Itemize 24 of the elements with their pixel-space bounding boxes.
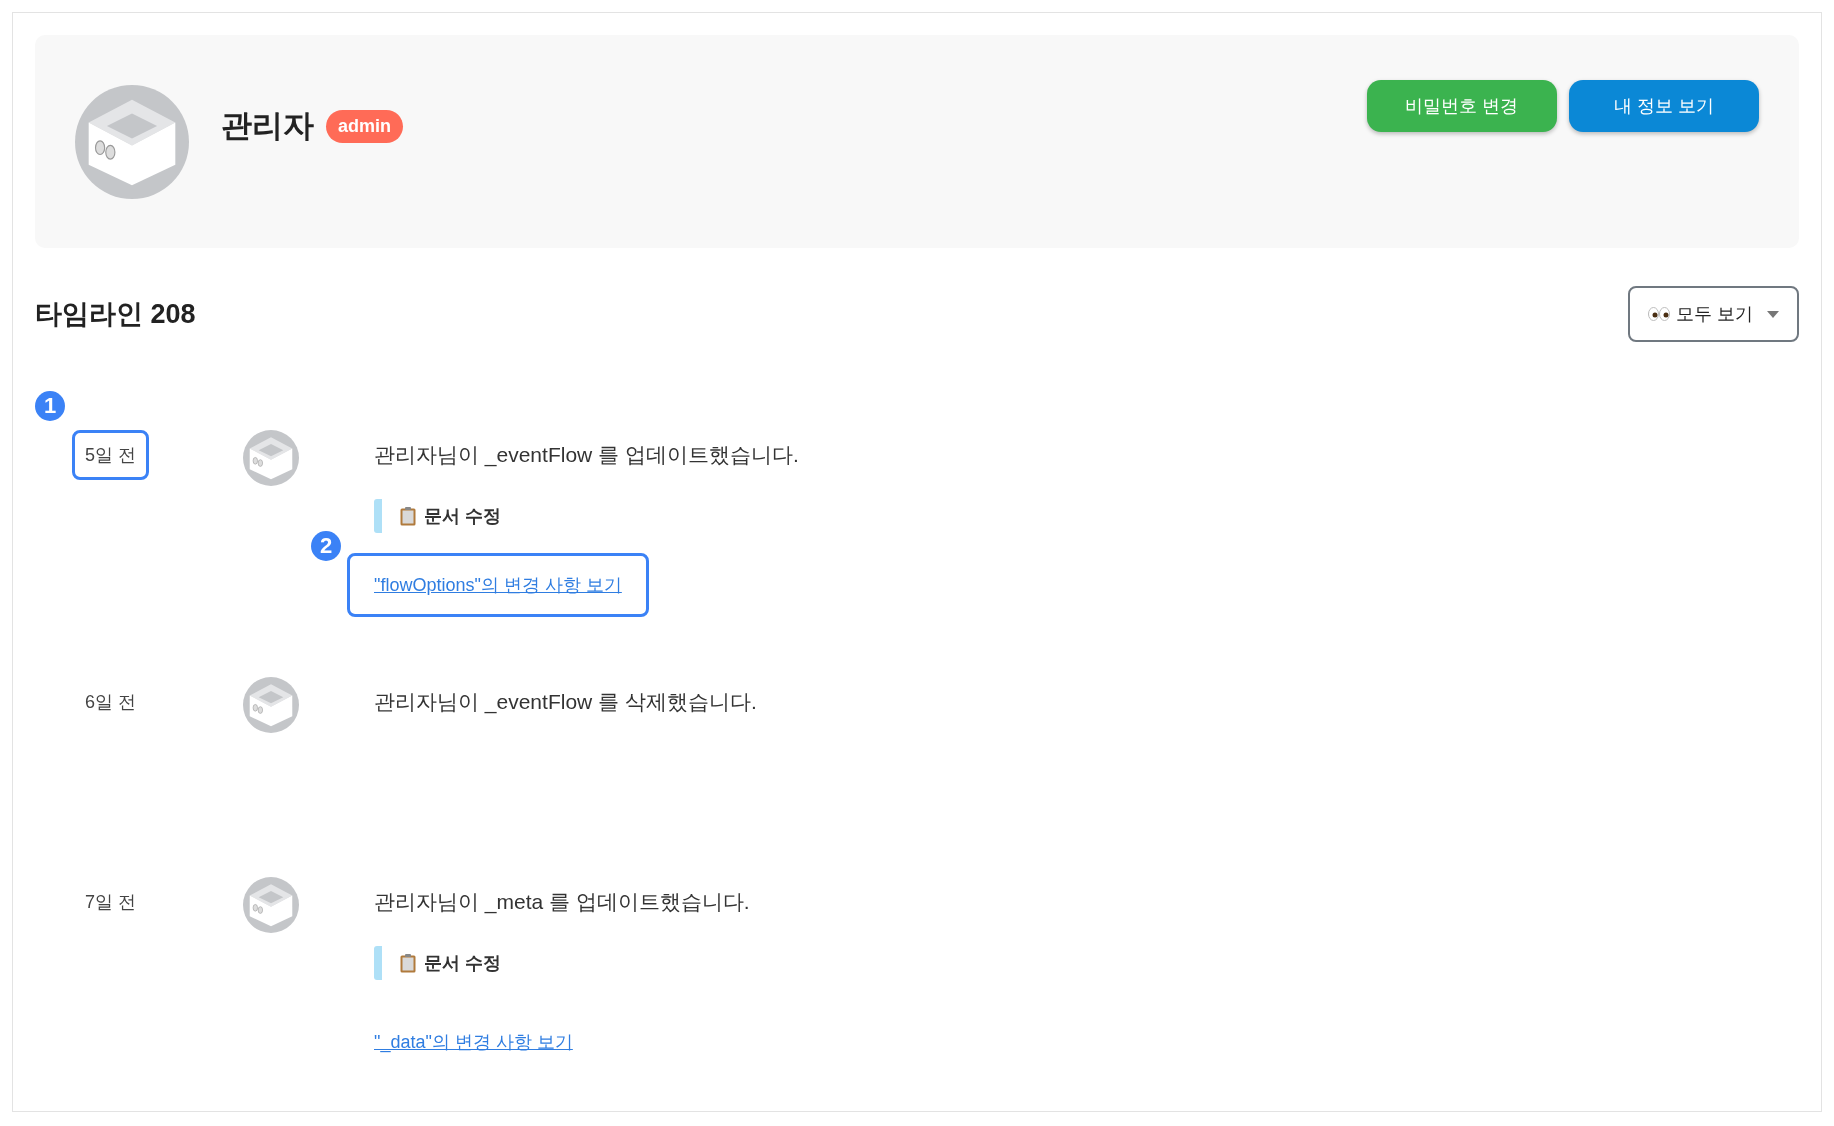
- view-changes-link[interactable]: "_data"의 변경 사항 보기: [374, 1030, 573, 1054]
- timeline-date: 7일 전: [85, 891, 136, 914]
- timeline-message: 관리자님이 _eventFlow 를 업데이트했습니다.: [374, 442, 799, 469]
- callout-marker: 2: [311, 531, 341, 561]
- user-name: 관리자: [221, 107, 314, 145]
- timeline-message: 관리자님이 _eventFlow 를 삭제했습니다.: [374, 689, 757, 716]
- change-password-button[interactable]: 비밀번호 변경: [1367, 80, 1557, 132]
- timeline-title: 타임라인 208: [35, 298, 196, 331]
- timeline-date: 6일 전: [85, 691, 136, 714]
- my-info-button[interactable]: 내 정보 보기: [1569, 80, 1759, 132]
- filter-dropdown[interactable]: 모두 보기: [1628, 286, 1799, 342]
- clipboard-icon: [400, 506, 416, 526]
- caret-icon: [1767, 310, 1779, 318]
- role-badge: admin: [326, 109, 403, 143]
- eyes-icon: [1648, 307, 1670, 321]
- timeline-message: 관리자님이 _meta 를 업데이트했습니다.: [374, 889, 750, 916]
- clipboard-icon: [400, 953, 416, 973]
- user-avatar: [243, 877, 299, 933]
- user-avatar: [243, 677, 299, 733]
- user-avatar: [243, 430, 299, 486]
- note-text: 문서 수정: [424, 952, 501, 975]
- callout-marker: 1: [35, 391, 65, 421]
- view-changes-link[interactable]: "flowOptions"의 변경 사항 보기: [347, 553, 649, 617]
- note-text: 문서 수정: [424, 505, 501, 528]
